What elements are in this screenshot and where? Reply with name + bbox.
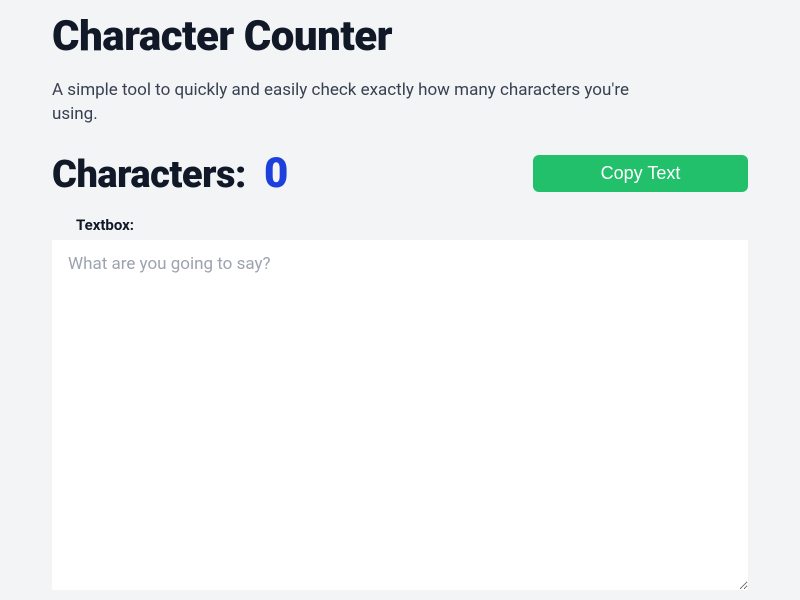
- characters-label: Characters:: [52, 153, 246, 197]
- page-title: Character Counter: [52, 12, 748, 61]
- page-description: A simple tool to quickly and easily chec…: [52, 79, 632, 127]
- copy-text-button[interactable]: Copy Text: [533, 155, 748, 192]
- textbox-input[interactable]: [52, 240, 748, 590]
- counter-row: Characters: 0 Copy Text: [52, 149, 748, 198]
- textbox-label: Textbox:: [76, 216, 748, 234]
- characters-count: 0: [264, 149, 288, 198]
